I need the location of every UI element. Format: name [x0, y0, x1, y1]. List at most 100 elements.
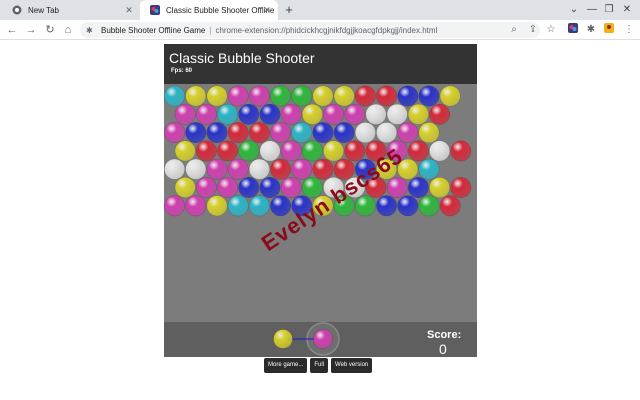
bubble-extension-icon[interactable] [566, 23, 580, 37]
profile-avatar-graphic [604, 23, 614, 33]
close-window-icon[interactable]: ✕ [620, 3, 634, 17]
bubble [312, 85, 334, 107]
bubble [407, 140, 429, 162]
bubble [259, 103, 281, 125]
restore-icon[interactable]: ❐ [602, 3, 616, 17]
bubble [270, 122, 292, 144]
bubble [450, 140, 472, 162]
bubble [248, 158, 270, 180]
bubble [312, 122, 334, 144]
bubble [397, 85, 419, 107]
bubble [195, 140, 217, 162]
minimize-icon[interactable]: — [585, 3, 599, 17]
bubble [280, 103, 302, 125]
back-icon[interactable]: ← [5, 23, 19, 37]
game-buttons: More game... Full Web version [264, 358, 373, 373]
tab-search-icon[interactable]: ⌄ [567, 3, 581, 17]
bubble [344, 140, 366, 162]
bubble [270, 85, 292, 107]
bubble [429, 140, 451, 162]
bubble-shooter-favicon [150, 5, 160, 15]
bubble [323, 103, 345, 125]
game-canvas[interactable]: Classic Bubble Shooter Fps: 60 Evelyn bs… [164, 44, 477, 357]
bookmark-star-icon[interactable]: ☆ [544, 23, 558, 37]
bubble [174, 140, 196, 162]
omnibox-separator: | [209, 25, 212, 35]
bubble [164, 195, 186, 217]
menu-kebab-icon[interactable]: ⋮ [622, 23, 636, 37]
reload-icon[interactable]: ↻ [43, 23, 57, 37]
close-tab-icon[interactable]: ✕ [124, 5, 134, 15]
more-games-button[interactable]: More game... [264, 358, 308, 373]
url-text: chrome-extension://phidcickhcgjnikfdgjjk… [215, 25, 438, 35]
bubble [418, 122, 440, 144]
tab-new-tab[interactable]: New Tab ✕ [2, 0, 140, 20]
bubble [164, 158, 186, 180]
loaded-bubble [313, 329, 333, 349]
forward-icon[interactable]: → [24, 23, 38, 37]
bubble [333, 122, 355, 144]
bubble [185, 122, 207, 144]
close-tab-icon[interactable]: ✕ [262, 5, 272, 15]
bubble [270, 158, 292, 180]
bubble [344, 103, 366, 125]
web-version-button[interactable]: Web version [331, 358, 373, 373]
bubble [164, 122, 186, 144]
bubble [386, 103, 408, 125]
bubble [323, 140, 345, 162]
home-icon[interactable]: ⌂ [61, 23, 75, 37]
site-name: Bubble Shooter Offline Game [101, 25, 206, 35]
bubble [376, 122, 398, 144]
bubble [376, 195, 398, 217]
chrome-icon [12, 5, 22, 15]
bubble [185, 158, 207, 180]
bubble [259, 177, 281, 198]
profile-avatar-icon[interactable] [602, 23, 616, 37]
bubble [248, 85, 270, 107]
bubble [206, 122, 228, 144]
game-title: Classic Bubble Shooter [169, 50, 315, 66]
bubble [174, 177, 196, 198]
bubble [238, 103, 260, 125]
bubble [291, 158, 313, 180]
bubble [217, 103, 239, 125]
bubble [439, 195, 461, 217]
current-bubble[interactable] [313, 329, 333, 349]
next-bubble [273, 329, 293, 349]
bubble [259, 140, 281, 162]
score-value: 0 [439, 341, 447, 357]
new-tab-icon[interactable]: + [282, 3, 296, 17]
tab-label: Classic Bubble Shooter Offline [166, 5, 275, 15]
tab-label: New Tab [28, 5, 59, 15]
tab-bubble-shooter[interactable]: Classic Bubble Shooter Offline ✕ [140, 0, 278, 20]
bubble [238, 177, 260, 198]
extension-icon: ✱ [86, 25, 93, 35]
bubble [418, 195, 440, 217]
bubble [280, 177, 302, 198]
bubble [407, 103, 429, 125]
bubble [174, 103, 196, 125]
score-label: Score: [427, 329, 462, 341]
address-bar[interactable]: ✱ Bubble Shooter Offline Game | chrome-e… [80, 22, 540, 38]
zoom-icon[interactable]: ⌕ [507, 23, 521, 37]
bubble [429, 103, 451, 125]
bubble [248, 122, 270, 144]
bubble [227, 122, 249, 144]
bubble [227, 85, 249, 107]
bubble [439, 85, 461, 107]
bubble [206, 195, 228, 217]
share-icon[interactable]: ⇪ [526, 23, 540, 37]
bubble [185, 195, 207, 217]
bubble-extension-graphic [568, 23, 578, 33]
game-bottom-bar: Score: 0 [164, 322, 477, 357]
bubble [217, 140, 239, 162]
fps-counter: Fps: 60 [171, 68, 193, 74]
bubble [206, 158, 228, 180]
bubble [164, 85, 186, 107]
bubble [333, 85, 355, 107]
bubble [291, 85, 313, 107]
bubble [397, 122, 419, 144]
extensions-puzzle-icon[interactable]: ✱ [584, 23, 598, 37]
full-button[interactable]: Full [310, 358, 329, 373]
bubble [365, 103, 387, 125]
